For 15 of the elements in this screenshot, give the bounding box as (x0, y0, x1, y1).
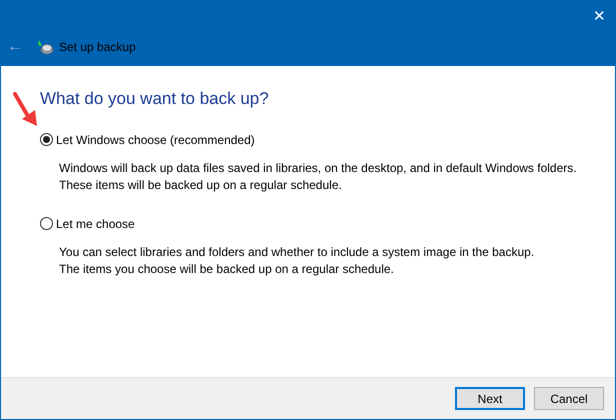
option-label[interactable]: Let me choose (56, 214, 135, 232)
option-description: Windows will back up data files saved in libraries, on the desktop, and in default Windows folders. (59, 160, 578, 176)
close-button[interactable]: ✕ (587, 8, 612, 24)
radio-button[interactable] (40, 217, 53, 230)
option-label[interactable]: Let Windows choose (recommended) (56, 130, 255, 148)
option-description: The items you choose will be backed up on a regular schedule. (59, 260, 395, 278)
option-description: These items will be backed up on a regular schedule. (59, 176, 343, 194)
page-heading: What do you want to back up? (40, 88, 270, 110)
window-title: Set up backup (59, 39, 136, 56)
backup-icon (36, 39, 54, 55)
dialog-button[interactable]: Cancel (534, 387, 604, 410)
radio-button[interactable] (40, 133, 53, 146)
option-description: You can select libraries and folders and whether to include a system image in the backup. (59, 244, 536, 260)
dialog-button[interactable]: Next (455, 387, 525, 410)
annotation-arrow (13, 92, 39, 128)
